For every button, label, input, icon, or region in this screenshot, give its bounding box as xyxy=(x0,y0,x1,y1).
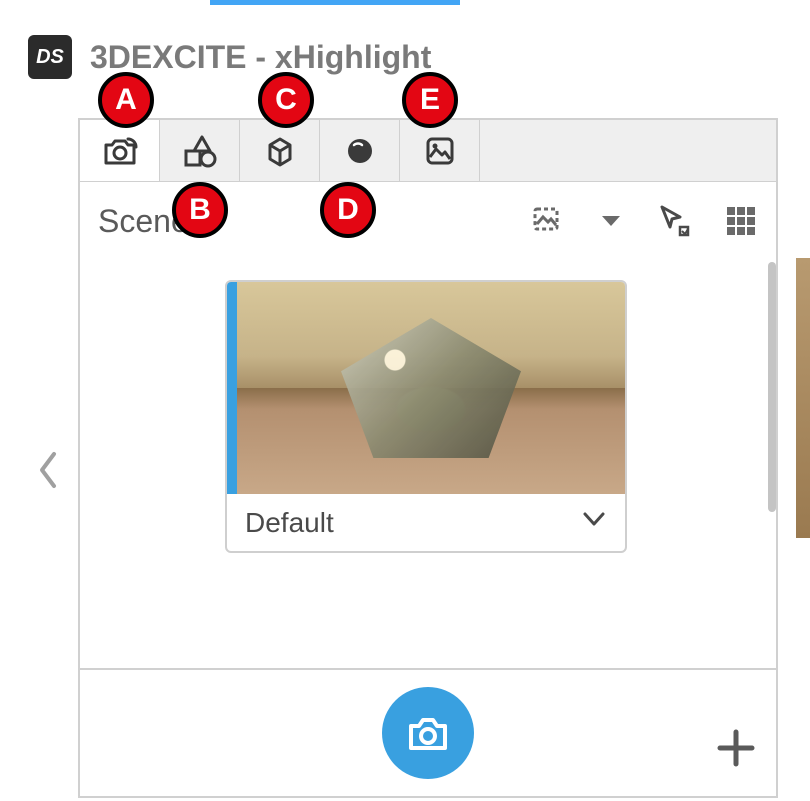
scenes-tab[interactable] xyxy=(80,120,160,181)
tab-filler xyxy=(480,120,776,181)
scene-list: Default xyxy=(80,260,776,573)
scene-active-indicator xyxy=(227,282,237,494)
grid-view-button[interactable] xyxy=(724,204,758,238)
environment-tab[interactable] xyxy=(400,120,480,181)
collapse-panel-button[interactable] xyxy=(28,450,68,490)
top-accent-bar xyxy=(210,0,460,5)
scene-thumbnail xyxy=(237,282,625,494)
sphere-icon xyxy=(340,131,380,171)
camera-icon xyxy=(100,131,140,171)
callout-D: D xyxy=(320,182,376,238)
scene-card[interactable]: Default xyxy=(225,280,627,553)
bottom-bar xyxy=(80,668,776,796)
background-sliver xyxy=(796,258,810,538)
callout-C: C xyxy=(258,72,314,128)
callout-A: A xyxy=(98,72,154,128)
material-tab[interactable] xyxy=(320,120,400,181)
ds-logo-text: DS xyxy=(36,46,64,69)
shapes-icon xyxy=(180,131,220,171)
cursor-select-icon xyxy=(656,203,692,239)
camera-icon xyxy=(403,708,453,758)
chevron-down-icon xyxy=(581,506,607,532)
environment-icon xyxy=(420,131,460,171)
title-row: DS 3DEXCITE - xHighlight xyxy=(28,35,431,79)
shapes-tab[interactable] xyxy=(160,120,240,181)
tab-bar xyxy=(80,120,776,182)
plus-icon xyxy=(714,726,758,770)
callout-E: E xyxy=(402,72,458,128)
select-mode-button[interactable] xyxy=(656,203,692,239)
image-settings-button[interactable] xyxy=(532,204,566,238)
app-title: 3DEXCITE - xHighlight xyxy=(90,39,431,76)
chevron-left-icon xyxy=(36,450,60,490)
add-scene-button[interactable] xyxy=(706,718,766,778)
box-icon xyxy=(260,131,300,171)
section-toolbar xyxy=(532,203,758,239)
callout-B: B xyxy=(172,182,228,238)
scrollbar[interactable] xyxy=(768,262,776,512)
scene-expand-button[interactable] xyxy=(581,506,607,539)
grid-icon xyxy=(724,204,758,238)
model-tab[interactable] xyxy=(240,120,320,181)
chevron-down-icon xyxy=(598,208,624,234)
section-title: Scenes xyxy=(98,203,532,240)
capture-scene-button[interactable] xyxy=(382,687,474,779)
image-gear-icon xyxy=(532,204,566,238)
scene-label: Default xyxy=(245,507,334,539)
ds-logo: DS xyxy=(28,35,72,79)
dropdown-button[interactable] xyxy=(598,208,624,234)
scene-label-row: Default xyxy=(227,494,625,551)
